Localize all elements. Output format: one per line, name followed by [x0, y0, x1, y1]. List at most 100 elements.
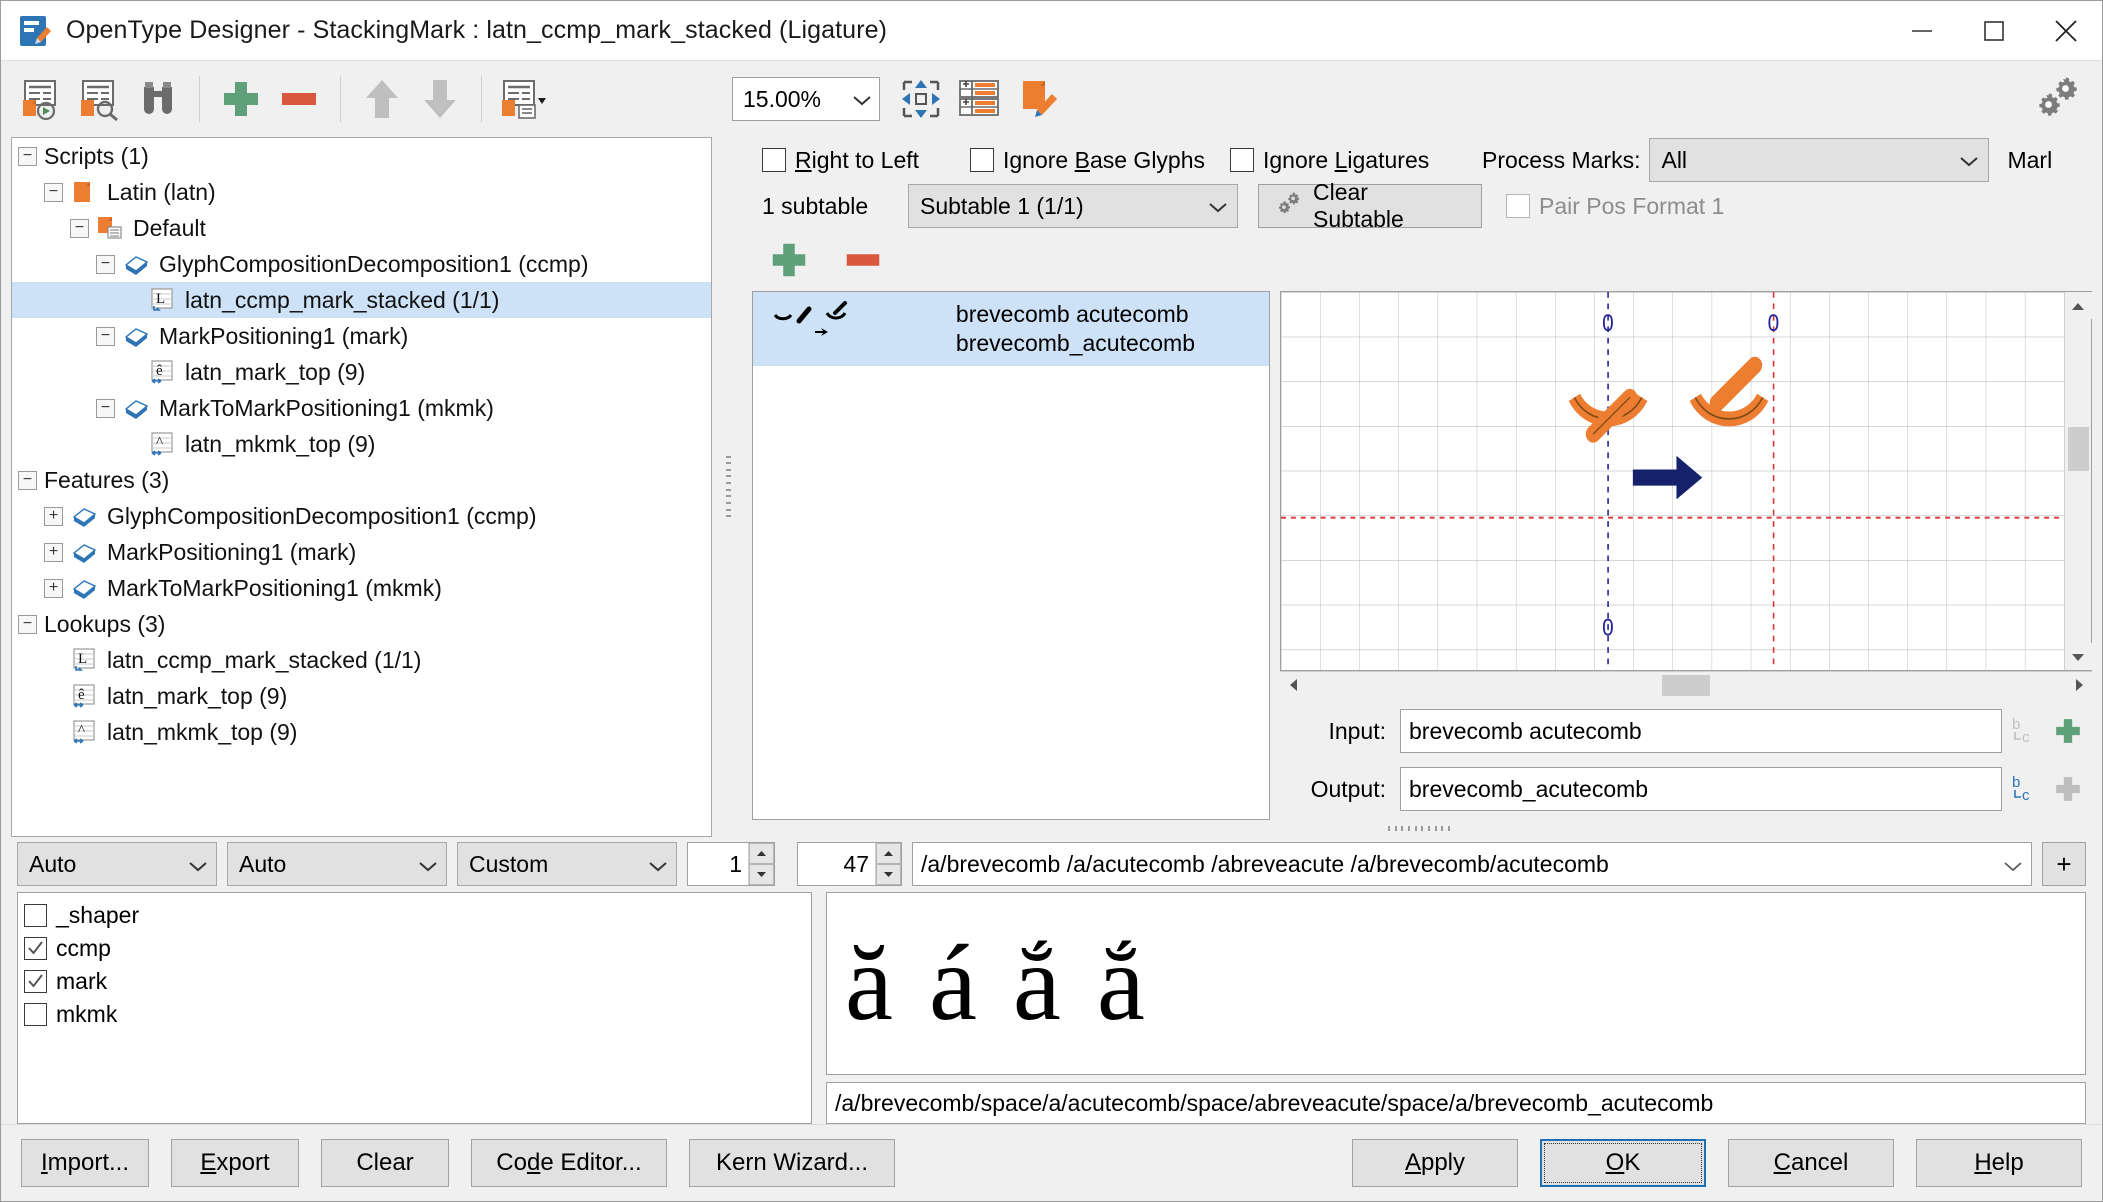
point-size-spinner[interactable]: 47 [797, 842, 902, 886]
kern-wizard-button[interactable]: Kern Wizard... [689, 1139, 895, 1187]
ignore-ligatures-checkbox[interactable]: Ignore Ligatures [1230, 147, 1480, 174]
spinner-arrows[interactable] [748, 843, 774, 885]
feature-checklist[interactable]: _shaperccmpmarkmkmk [17, 892, 812, 1124]
tree-item[interactable]: +GlyphCompositionDecomposition1 (ccmp) [12, 498, 711, 534]
tree-item[interactable]: −Default [12, 210, 711, 246]
subtable-combo[interactable]: Subtable 1 (1/1) [908, 184, 1238, 228]
settings-gears-icon[interactable] [2032, 73, 2080, 127]
canvas-grid[interactable]: 0 0 0 [1281, 292, 2064, 670]
feature-checkbox-item[interactable]: mkmk [24, 998, 811, 1031]
canvas-horizontal-scrollbar[interactable] [1280, 671, 2092, 698]
input-field[interactable] [1400, 709, 2002, 753]
output-glyph-class-icon[interactable]: b c [2002, 772, 2044, 806]
rule-list[interactable]: brevecomb acutecomb brevecomb_acutecomb [752, 291, 1270, 820]
import-button[interactable]: Import... [21, 1139, 149, 1187]
sample-string-combo[interactable]: /a/brevecomb /a/acutecomb /abreveacute /… [912, 842, 2032, 886]
canvas-hscroll-thumb[interactable] [1662, 675, 1710, 696]
process-marks-combo[interactable]: All [1649, 138, 1989, 182]
tree-item[interactable]: −MarkPositioning1 (mark) [12, 318, 711, 354]
collapse-toggle-icon[interactable]: − [44, 183, 63, 202]
tree-item[interactable]: ^latn_mkmk_top (9) [12, 714, 711, 750]
spinner-down-icon[interactable] [876, 864, 901, 885]
collapse-toggle-icon[interactable]: − [96, 399, 115, 418]
compile-inspect-icon[interactable] [71, 70, 129, 128]
tree-item[interactable]: −MarkToMarkPositioning1 (mkmk) [12, 390, 711, 426]
spinner-up-icon[interactable] [876, 843, 901, 864]
collapse-toggle-icon[interactable]: − [18, 615, 37, 634]
remove-rule-icon[interactable] [834, 231, 892, 289]
feature-tree[interactable]: −Scripts (1)−Latin (latn)−Default−GlyphC… [11, 137, 712, 837]
feature-checkbox-item[interactable]: mark [24, 965, 811, 998]
expand-toggle-icon[interactable]: + [44, 507, 63, 526]
apply-button[interactable]: Apply [1352, 1139, 1518, 1187]
scroll-up-icon[interactable] [2065, 292, 2092, 319]
move-up-icon[interactable] [353, 70, 411, 128]
glyph-table-icon[interactable] [950, 70, 1008, 128]
tree-item[interactable]: −Scripts (1) [12, 138, 711, 174]
feature-checkbox-item[interactable]: _shaper [24, 899, 811, 932]
spinner-down-icon[interactable] [749, 864, 774, 885]
collapse-toggle-icon[interactable]: − [18, 147, 37, 166]
add-sample-string-button[interactable]: + [2042, 842, 2086, 886]
tree-item[interactable]: êlatn_mark_top (9) [12, 354, 711, 390]
add-output-icon[interactable] [2044, 773, 2092, 805]
canvas-vscroll-thumb[interactable] [2068, 427, 2089, 471]
shaper-combo-2[interactable]: Auto [227, 842, 447, 886]
canvas-vertical-scrollbar[interactable] [2064, 292, 2091, 670]
clear-button[interactable]: Clear [321, 1139, 449, 1187]
tree-item[interactable]: Llatn_ccmp_mark_stacked (1/1) [12, 282, 711, 318]
tree-item[interactable]: êlatn_mark_top (9) [12, 678, 711, 714]
spinner-arrows[interactable] [875, 843, 901, 885]
binoculars-icon[interactable] [129, 70, 187, 128]
minimize-button[interactable] [1886, 1, 1958, 61]
glyph-preview[interactable]: ăáắắ [826, 892, 2086, 1075]
table-dropdown-icon[interactable] [494, 70, 552, 128]
edit-glyph-icon[interactable] [1008, 70, 1066, 128]
export-button[interactable]: Export [171, 1139, 299, 1187]
list-item[interactable]: brevecomb acutecomb brevecomb_acutecomb [753, 292, 1269, 366]
horizontal-splitter[interactable] [736, 820, 2102, 836]
spinner-up-icon[interactable] [749, 843, 774, 864]
output-field[interactable] [1400, 767, 2002, 811]
tree-item[interactable]: −Features (3) [12, 462, 711, 498]
tree-item[interactable]: +MarkPositioning1 (mark) [12, 534, 711, 570]
close-button[interactable] [2030, 1, 2102, 61]
shaper-combo-1[interactable]: Auto [17, 842, 217, 886]
scroll-left-icon[interactable] [1280, 672, 1307, 699]
vertical-splitter[interactable] [720, 137, 736, 836]
tree-item[interactable]: −GlyphCompositionDecomposition1 (ccmp) [12, 246, 711, 282]
glyph-canvas[interactable]: 0 0 0 [1280, 291, 2092, 671]
help-button[interactable]: Help [1916, 1139, 2082, 1187]
tree-item[interactable]: Llatn_ccmp_mark_stacked (1/1) [12, 642, 711, 678]
cancel-button[interactable]: Cancel [1728, 1139, 1894, 1187]
scroll-right-icon[interactable] [2065, 672, 2092, 699]
code-editor-button[interactable]: Code Editor... [471, 1139, 667, 1187]
size-spinner[interactable]: 1 [687, 842, 775, 886]
ok-button[interactable]: OK [1540, 1139, 1706, 1187]
zoom-combo[interactable]: 15.00% [732, 77, 880, 121]
tree-item[interactable]: +MarkToMarkPositioning1 (mkmk) [12, 570, 711, 606]
collapse-toggle-icon[interactable]: − [96, 255, 115, 274]
ignore-base-glyphs-checkbox[interactable]: Ignore Base Glyphs [970, 147, 1228, 174]
feature-checkbox-item[interactable]: ccmp [24, 932, 811, 965]
shaper-combo-3[interactable]: Custom [457, 842, 677, 886]
expand-toggle-icon[interactable]: + [44, 579, 63, 598]
fit-to-window-icon[interactable] [892, 70, 950, 128]
move-down-icon[interactable] [411, 70, 469, 128]
remove-icon[interactable] [270, 70, 328, 128]
input-glyph-class-icon[interactable]: b c [2002, 714, 2044, 748]
clear-subtable-button[interactable]: Clear Subtable [1258, 184, 1482, 228]
collapse-toggle-icon[interactable]: − [96, 327, 115, 346]
tree-item[interactable]: −Latin (latn) [12, 174, 711, 210]
compile-run-icon[interactable] [13, 70, 71, 128]
add-input-icon[interactable] [2044, 715, 2092, 747]
right-to-left-checkbox[interactable]: Right to Left [762, 147, 962, 174]
collapse-toggle-icon[interactable]: − [18, 471, 37, 490]
expand-toggle-icon[interactable]: + [44, 543, 63, 562]
preview-status-field[interactable]: /a/brevecomb/space/a/acutecomb/space/abr… [826, 1082, 2086, 1124]
add-icon[interactable] [212, 70, 270, 128]
scroll-down-icon[interactable] [2065, 643, 2092, 670]
tree-item[interactable]: −Lookups (3) [12, 606, 711, 642]
maximize-button[interactable] [1958, 1, 2030, 61]
collapse-toggle-icon[interactable]: − [70, 219, 89, 238]
